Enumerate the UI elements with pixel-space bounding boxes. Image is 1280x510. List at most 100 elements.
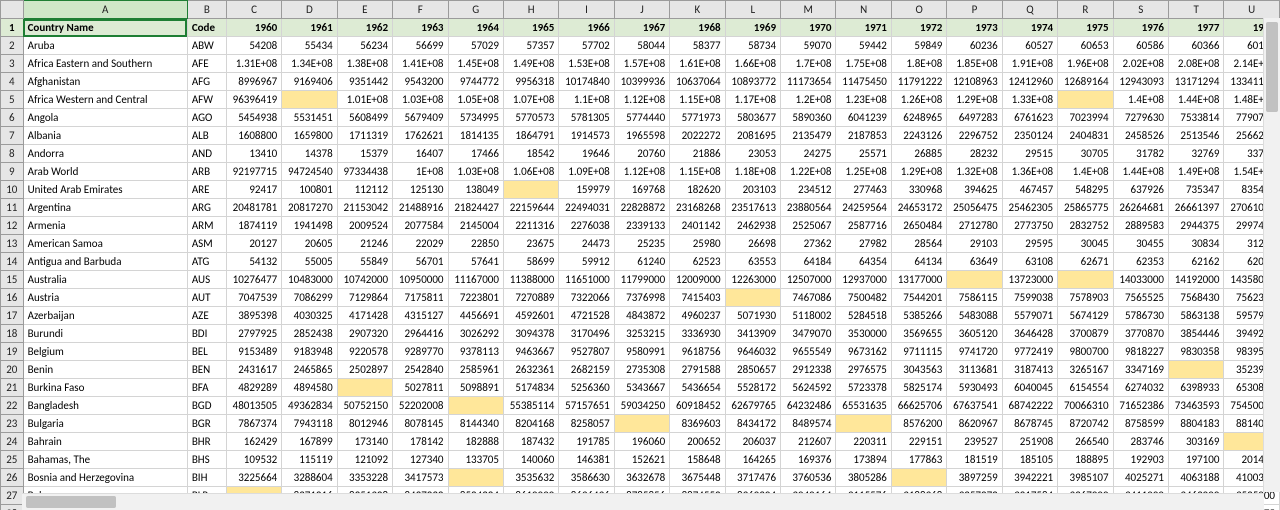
cell-value[interactable]: 9956318 (503, 73, 558, 91)
cell-value[interactable]: 3646428 (1002, 325, 1057, 343)
cell-B1[interactable]: Code (187, 19, 226, 37)
cell-value[interactable]: 22828872 (614, 199, 669, 217)
cell-value[interactable]: 25865775 (1058, 199, 1113, 217)
cell-value[interactable]: 12263000 (725, 271, 780, 289)
cell-value[interactable]: 2735308 (614, 361, 669, 379)
cell-country-name[interactable]: Bahrain (23, 433, 187, 451)
cell-value[interactable]: 203103 (725, 181, 780, 199)
select-all-corner[interactable] (1, 1, 24, 19)
cell-value[interactable]: 30455 (1113, 235, 1168, 253)
cell-year-header[interactable]: 1964 (448, 19, 503, 37)
col-header-H[interactable]: H (503, 1, 558, 19)
cell-value[interactable]: 24275 (781, 145, 836, 163)
cell-value[interactable]: 67637541 (947, 397, 1002, 415)
cell-value[interactable]: 31782 (1113, 145, 1168, 163)
cell-value[interactable]: 9711115 (891, 343, 946, 361)
cell-value[interactable]: 57157651 (559, 397, 614, 415)
cell-value[interactable]: 2964416 (393, 325, 448, 343)
cell-value[interactable]: 21153042 (337, 199, 392, 217)
cell-value[interactable]: 7415403 (670, 289, 725, 307)
cell-value[interactable]: 24653172 (891, 199, 946, 217)
cell-value[interactable]: 12937000 (836, 271, 891, 289)
cell-country-name[interactable]: Austria (23, 289, 187, 307)
cell-country-code[interactable]: BIH (187, 469, 226, 487)
cell-value[interactable] (448, 397, 503, 415)
cell-value[interactable]: 7578903 (1058, 289, 1113, 307)
cell-value[interactable]: 62523 (670, 253, 725, 271)
cell-value[interactable]: 1.41E+08 (393, 55, 448, 73)
cell-value[interactable]: 5027811 (393, 379, 448, 397)
cell-value[interactable]: 2081695 (725, 127, 780, 145)
row-header[interactable]: 20 (1, 361, 24, 379)
cell-value[interactable]: 735347 (1168, 181, 1223, 199)
cell-value[interactable]: 96396419 (226, 91, 281, 109)
cell-value[interactable]: 7943118 (282, 415, 337, 433)
cell-value[interactable]: 152621 (614, 451, 669, 469)
cell-value[interactable]: 188895 (1058, 451, 1113, 469)
cell-value[interactable]: 2791588 (670, 361, 725, 379)
cell-value[interactable]: 5863138 (1168, 307, 1223, 325)
cell-value[interactable]: 3026292 (448, 325, 503, 343)
cell-value[interactable]: 11475450 (836, 73, 891, 91)
cell-value[interactable]: 7223801 (448, 289, 503, 307)
cell-value[interactable]: 1.34E+08 (282, 55, 337, 73)
cell-value[interactable]: 7322066 (559, 289, 614, 307)
cell-value[interactable]: 6274032 (1113, 379, 1168, 397)
cell-value[interactable]: 12009000 (670, 271, 725, 289)
cell-value[interactable]: 3700879 (1058, 325, 1113, 343)
cell-value[interactable]: 146381 (559, 451, 614, 469)
cell-value[interactable]: 1.4E+08 (1113, 91, 1168, 109)
cell-year-header[interactable]: 1960 (226, 19, 281, 37)
row-header[interactable]: 14 (1, 253, 24, 271)
cell-value[interactable]: 11651000 (559, 271, 614, 289)
cell-value[interactable]: 7467086 (781, 289, 836, 307)
cell-value[interactable]: 3675448 (670, 469, 725, 487)
cell-country-name[interactable]: Bangladesh (23, 397, 187, 415)
cell-country-name[interactable]: Azerbaijan (23, 307, 187, 325)
cell-value[interactable]: 1.17E+08 (725, 91, 780, 109)
cell-value[interactable]: 10893772 (725, 73, 780, 91)
cell-value[interactable]: 5803677 (725, 109, 780, 127)
cell-value[interactable]: 2832752 (1058, 217, 1113, 235)
cell-value[interactable]: 1608800 (226, 127, 281, 145)
cell-value[interactable]: 8489574 (781, 415, 836, 433)
cell-value[interactable]: 9772419 (1002, 343, 1057, 361)
cell-value[interactable]: 181519 (947, 451, 1002, 469)
cell-value[interactable]: 8996967 (226, 73, 281, 91)
cell-value[interactable]: 229151 (891, 433, 946, 451)
cell-year-header[interactable]: 1969 (725, 19, 780, 37)
cell-value[interactable]: 3632678 (614, 469, 669, 487)
cell-value[interactable]: 25462305 (1002, 199, 1057, 217)
cell-value[interactable]: 2632361 (503, 361, 558, 379)
cell-value[interactable]: 59070 (781, 37, 836, 55)
col-header-I[interactable]: I (559, 1, 614, 19)
cell-value[interactable]: 3569655 (891, 325, 946, 343)
cell-value[interactable]: 212607 (781, 433, 836, 451)
cell-value[interactable]: 92197715 (226, 163, 281, 181)
cell-value[interactable]: 5723378 (836, 379, 891, 397)
cell-value[interactable]: 28564 (891, 235, 946, 253)
cell-value[interactable]: 1.32E+08 (947, 163, 1002, 181)
cell-country-code[interactable]: AZE (187, 307, 226, 325)
cell-value[interactable]: 5774440 (614, 109, 669, 127)
cell-value[interactable]: 182888 (448, 433, 503, 451)
cell-value[interactable]: 1.4E+08 (1058, 163, 1113, 181)
cell-value[interactable]: 1.38E+08 (337, 55, 392, 73)
cell-value[interactable]: 1.01E+08 (337, 91, 392, 109)
cell-country-name[interactable]: Angola (23, 109, 187, 127)
cell-country-code[interactable]: ARE (187, 181, 226, 199)
cell-value[interactable]: 140060 (503, 451, 558, 469)
cell-value[interactable]: 3985107 (1058, 469, 1113, 487)
vertical-scroll-thumb[interactable] (1266, 22, 1278, 112)
cell-value[interactable]: 4721528 (559, 307, 614, 325)
cell-value[interactable]: 12108963 (947, 73, 1002, 91)
col-header-S[interactable]: S (1113, 1, 1168, 19)
cell-country-name[interactable]: Burundi (23, 325, 187, 343)
row-header[interactable]: 6 (1, 109, 24, 127)
cell-value[interactable]: 239527 (947, 433, 1002, 451)
cell-value[interactable]: 5608499 (337, 109, 392, 127)
cell-value[interactable]: 394625 (947, 181, 1002, 199)
cell-value[interactable]: 10174840 (559, 73, 614, 91)
cell-value[interactable]: 3605120 (947, 325, 1002, 343)
cell-value[interactable]: 1.8E+08 (891, 55, 946, 73)
